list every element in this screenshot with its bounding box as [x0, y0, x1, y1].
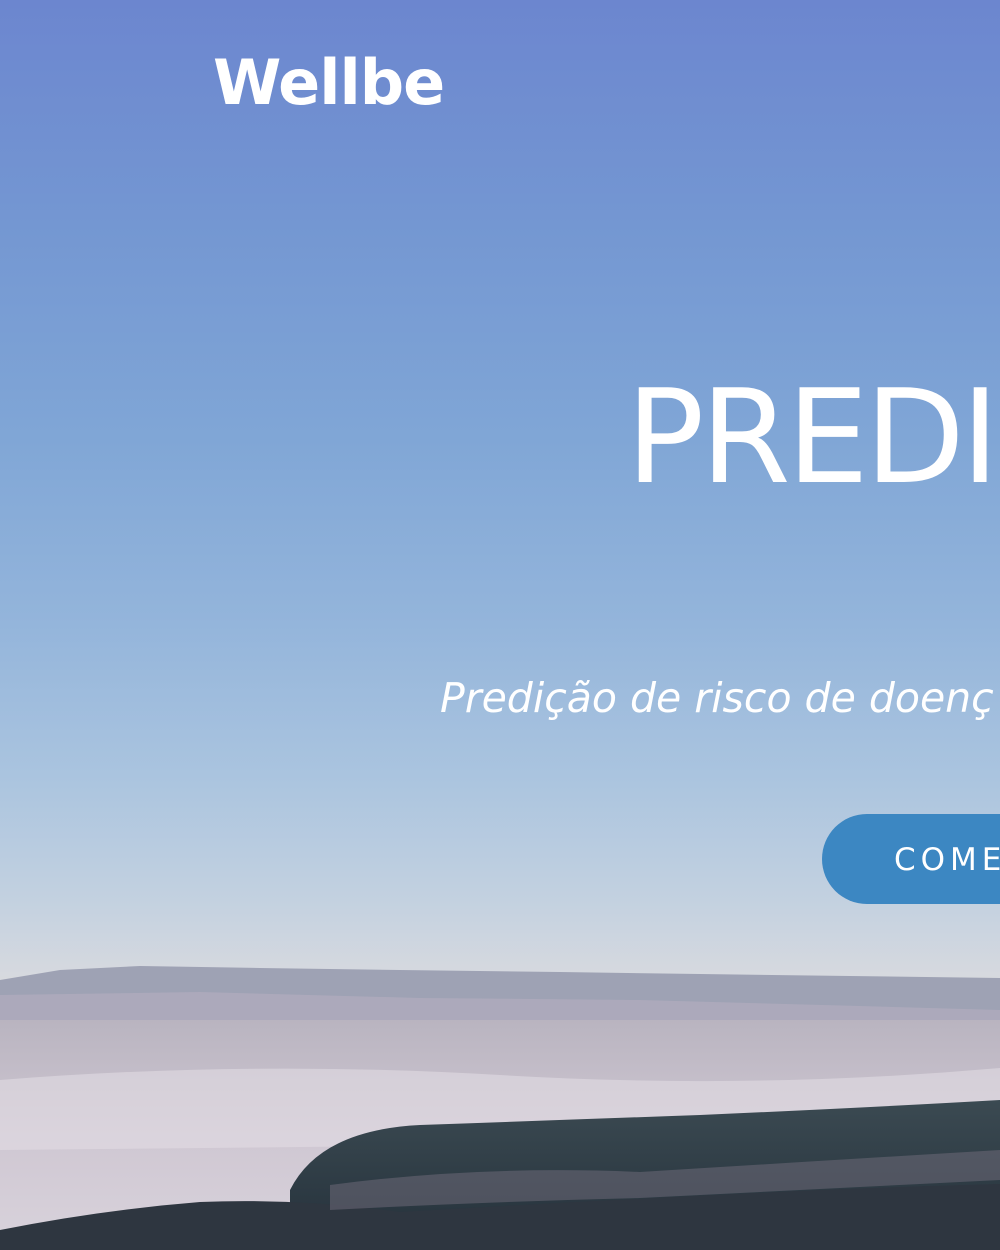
hero-section: Wellbe PREDI Predição de risco de doenç …: [0, 0, 1000, 1250]
landscape-background-image: [0, 966, 1000, 1250]
hero-headline: PREDI: [626, 361, 999, 513]
hero-subtitle: Predição de risco de doenç: [440, 674, 994, 722]
brand-logo[interactable]: Wellbe: [213, 52, 445, 114]
get-started-button[interactable]: COME: [822, 814, 1000, 904]
